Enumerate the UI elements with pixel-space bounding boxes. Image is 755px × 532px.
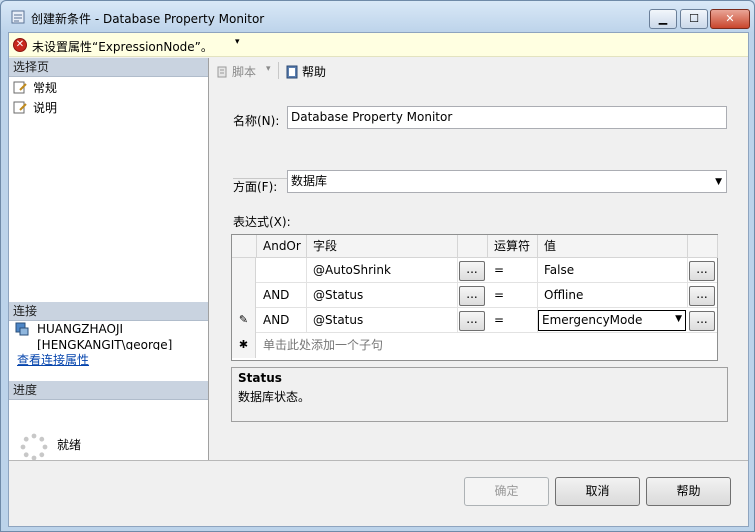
value-ellipsis-button[interactable]: ... xyxy=(689,261,715,281)
value-select-text: EmergencyMode xyxy=(542,313,643,327)
dialog-window: 创建新条件 - Database Property Monitor ▁ ☐ ✕ … xyxy=(0,0,755,532)
facet-value: 数据库 xyxy=(291,174,328,188)
cell-andor[interactable] xyxy=(257,258,307,283)
cancel-button[interactable]: 取消 xyxy=(555,477,640,506)
row-selector[interactable] xyxy=(232,258,256,283)
ok-button[interactable]: 确定 xyxy=(464,477,549,506)
connection-user: [HENGKANGIT\george] xyxy=(37,338,173,350)
dialog-client: ✕ 未设置属性“ExpressionNode”。 ▾ 选择页 常规 说明 连接 … xyxy=(8,32,749,527)
server-icon xyxy=(15,322,29,336)
cell-field[interactable]: @Status xyxy=(307,308,458,333)
table-row[interactable]: ✎ AND @Status ... = EmergencyMode ▼ ... xyxy=(232,308,717,333)
nav-item-description[interactable]: 说明 xyxy=(13,99,57,117)
new-row-hint[interactable]: 单击此处添加一个子句 xyxy=(257,333,557,358)
field-ellipsis-button[interactable]: ... xyxy=(459,286,485,306)
facet-select[interactable]: 数据库 ▼ xyxy=(287,170,727,193)
maximize-button[interactable]: ☐ xyxy=(680,9,708,29)
new-row[interactable]: ✱ 单击此处添加一个子句 xyxy=(232,333,717,358)
close-button[interactable]: ✕ xyxy=(710,9,750,29)
toolbar: 脚本 ▾ 帮助 xyxy=(210,58,748,83)
window-title: 创建新条件 - Database Property Monitor xyxy=(31,12,265,26)
chevron-down-icon[interactable]: ▾ xyxy=(235,37,240,47)
cell-value[interactable]: Offline xyxy=(538,283,688,308)
nav-item-label: 常规 xyxy=(33,81,58,95)
chevron-down-icon[interactable]: ▾ xyxy=(266,64,271,74)
row-selector[interactable] xyxy=(232,283,256,308)
left-pane: 选择页 常规 说明 连接 HUANGZHAOJI [HENGKANGIT\geo… xyxy=(9,58,209,461)
expression-grid: AndOr 字段 运算符 值 @AutoShrink ... = False .… xyxy=(231,234,718,361)
col-header-value[interactable]: 值 xyxy=(538,235,688,258)
grid-corner xyxy=(232,235,257,258)
page-wrench-icon xyxy=(13,81,27,94)
cell-andor[interactable]: AND xyxy=(257,308,307,333)
error-icon: ✕ xyxy=(13,38,27,52)
progress-status: 就绪 xyxy=(57,438,82,452)
field-ellipsis-button[interactable]: ... xyxy=(459,311,485,331)
script-button[interactable]: 脚本 xyxy=(215,63,256,80)
minimize-button[interactable]: ▁ xyxy=(649,9,677,29)
expression-label: 表达式(X): xyxy=(233,215,291,229)
pencil-icon[interactable]: ✎ xyxy=(232,308,256,333)
maximize-icon: ☐ xyxy=(689,12,699,25)
cell-operator[interactable]: = xyxy=(488,258,538,283)
minimize-icon: ▁ xyxy=(658,12,668,25)
grid-header-row: AndOr 字段 运算符 值 xyxy=(232,235,718,258)
select-page-header: 选择页 xyxy=(9,58,208,77)
help-label: 帮助 xyxy=(302,65,327,79)
cell-value[interactable]: False xyxy=(538,258,688,283)
new-row-icon[interactable]: ✱ xyxy=(232,333,256,358)
script-label: 脚本 xyxy=(232,65,257,79)
description-text: 数据库状态。 xyxy=(238,390,311,404)
col-header-operator[interactable]: 运算符 xyxy=(488,235,538,258)
footer-divider xyxy=(9,460,748,461)
cell-andor[interactable]: AND xyxy=(257,283,307,308)
help-toolbar-button[interactable]: 帮助 xyxy=(285,63,326,80)
connection-server: HUANGZHAOJI xyxy=(37,322,124,336)
cell-field[interactable]: @Status xyxy=(307,283,458,308)
name-input[interactable]: Database Property Monitor xyxy=(287,106,727,129)
title-bar[interactable]: 创建新条件 - Database Property Monitor ▁ ☐ ✕ xyxy=(1,1,754,33)
warning-bar[interactable]: ✕ 未设置属性“ExpressionNode”。 ▾ xyxy=(9,33,748,57)
warning-text: 未设置属性“ExpressionNode”。 xyxy=(32,40,213,54)
condition-icon xyxy=(11,10,25,24)
col-header-field[interactable]: 字段 xyxy=(307,235,458,258)
value-ellipsis-button[interactable]: ... xyxy=(689,311,715,331)
cell-operator[interactable]: = xyxy=(488,283,538,308)
col-header-field-button xyxy=(458,235,488,258)
field-ellipsis-button[interactable]: ... xyxy=(459,261,485,281)
script-icon xyxy=(217,66,227,78)
col-header-value-button xyxy=(688,235,718,258)
chevron-down-icon[interactable]: ▼ xyxy=(675,312,682,327)
name-label: 名称(N): xyxy=(233,114,280,128)
nav-item-general[interactable]: 常规 xyxy=(13,79,57,97)
cell-field[interactable]: @AutoShrink xyxy=(307,258,458,283)
help-button[interactable]: 帮助 xyxy=(646,477,731,506)
nav-item-label: 说明 xyxy=(33,101,58,115)
page-wrench-icon xyxy=(13,101,27,114)
help-book-icon xyxy=(286,65,298,79)
close-icon: ✕ xyxy=(725,12,735,25)
value-select[interactable]: EmergencyMode ▼ xyxy=(538,310,686,331)
connection-header: 连接 xyxy=(9,302,208,321)
chevron-down-icon: ▼ xyxy=(715,177,722,187)
col-header-andor[interactable]: AndOr xyxy=(257,235,307,258)
description-panel: Status 数据库状态。 xyxy=(231,367,728,422)
view-connection-properties-link[interactable]: 查看连接属性 xyxy=(17,351,89,368)
table-row[interactable]: @AutoShrink ... = False ... xyxy=(232,258,717,283)
facet-label: 方面(F): xyxy=(233,180,278,194)
value-ellipsis-button[interactable]: ... xyxy=(689,286,715,306)
cell-operator[interactable]: = xyxy=(488,308,538,333)
toolbar-separator xyxy=(278,62,279,79)
description-title: Status xyxy=(238,371,282,385)
progress-header: 进度 xyxy=(9,381,208,400)
progress-spinner-icon xyxy=(20,433,48,461)
table-row[interactable]: AND @Status ... = Offline ... xyxy=(232,283,717,308)
